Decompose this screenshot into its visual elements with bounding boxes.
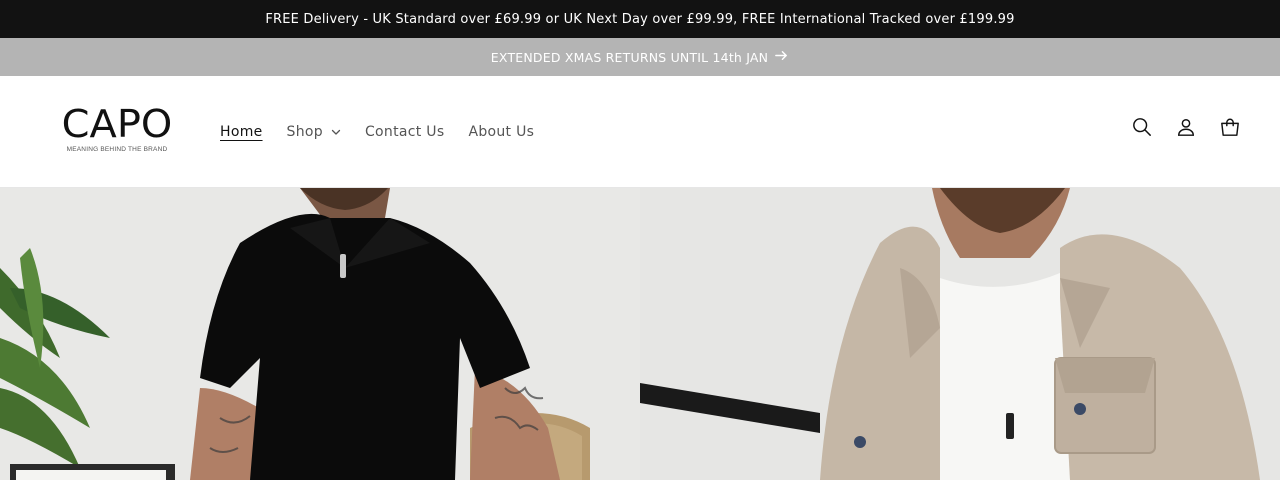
arrow-right-icon	[774, 48, 789, 66]
returns-announcement-bar[interactable]: EXTENDED XMAS RETURNS UNTIL 14th JAN	[0, 38, 1280, 76]
chevron-down-icon	[331, 127, 341, 137]
nav-item-label: Shop	[286, 124, 323, 140]
announcement-bar: FREE Delivery - UK Standard over £69.99 …	[0, 0, 1280, 38]
nav-item-home[interactable]: Home	[208, 124, 275, 140]
nav-item-label: About Us	[468, 124, 535, 140]
brand-name: CAPO	[61, 102, 173, 146]
hero-image-black-polo[interactable]	[0, 188, 640, 480]
main-nav: Home Shop Contact Us About Us	[208, 118, 546, 146]
search-icon[interactable]	[1132, 116, 1152, 138]
nav-item-shop[interactable]: Shop	[275, 124, 353, 140]
nav-item-label: Contact Us	[364, 124, 445, 140]
nav-item-label: Home	[220, 124, 263, 140]
hero-image-beige-overshirt[interactable]	[640, 188, 1280, 480]
header-icons	[1132, 116, 1240, 138]
site-header: CAPO MEANING BEHIND THE BRAND Home Shop …	[0, 76, 1280, 188]
delivery-announcement: FREE Delivery - UK Standard over £69.99 …	[265, 11, 1015, 27]
brand-tagline: MEANING BEHIND THE BRAND	[66, 146, 168, 153]
hero-banner	[0, 188, 1280, 480]
account-icon[interactable]	[1176, 116, 1196, 138]
cart-icon[interactable]	[1220, 116, 1240, 138]
returns-announcement-text[interactable]: EXTENDED XMAS RETURNS UNTIL 14th JAN	[491, 50, 768, 65]
brand-logo[interactable]: CAPO MEANING BEHIND THE BRAND	[52, 104, 182, 156]
nav-item-contact[interactable]: Contact Us	[353, 124, 456, 140]
nav-item-about[interactable]: About Us	[456, 124, 546, 140]
